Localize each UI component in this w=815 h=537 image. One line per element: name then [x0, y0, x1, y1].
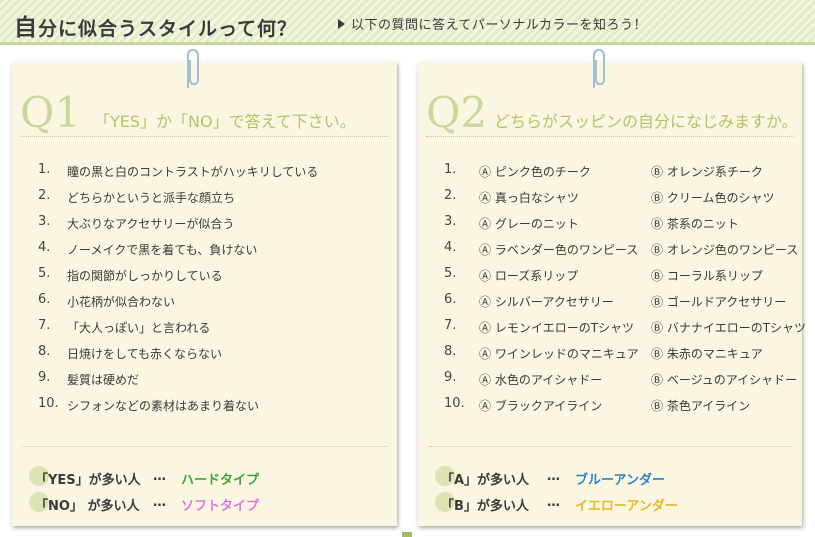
- result-type: ソフトタイプ: [181, 499, 260, 514]
- option-b: Ⓑ 茶系のニット: [651, 217, 739, 231]
- q2-number: Q2: [426, 88, 488, 137]
- option-b: Ⓑ バナナイエローのTシャツ: [651, 321, 807, 335]
- q2-result-b: 「B」が多い人 … イエローアンダー: [435, 492, 678, 514]
- q1-heading: Q1 「YES」か「NO」で答えて下さい。: [20, 92, 389, 137]
- item-number: 2.: [444, 188, 457, 203]
- q1-result-yes: 「YES」が多い人 … ハードタイプ: [29, 466, 259, 488]
- item-text: シフォンなどの素材はあまり着ない: [67, 399, 260, 413]
- option-b: Ⓑ オレンジ色のワンピース: [651, 243, 799, 257]
- q2-question: どちらがスッピンの自分になじみますか。: [494, 112, 798, 131]
- item-number: 4.: [38, 240, 51, 255]
- option-a: Ⓐ ワインレッドのマニキュア: [479, 347, 639, 361]
- option-b: Ⓑ 茶色アイライン: [651, 399, 751, 413]
- q2-result-a: 「A」が多い人 … ブルーアンダー: [435, 466, 665, 488]
- item-number: 8.: [444, 344, 457, 359]
- option-a: Ⓐ 水色のアイシャドー: [479, 373, 603, 387]
- item-number: 5.: [38, 266, 51, 281]
- item-number: 4.: [444, 240, 457, 255]
- item-number: 7.: [38, 318, 51, 333]
- triangle-bullet-icon: [338, 19, 345, 29]
- item-number: 5.: [444, 266, 457, 281]
- item-number: 1.: [38, 162, 51, 177]
- option-b: Ⓑ ベージュのアイシャドー: [651, 373, 798, 387]
- page-title-first-char: 自: [14, 15, 38, 41]
- option-a: Ⓐ ピンク色のチーク: [479, 165, 591, 179]
- option-b: Ⓑ クリーム色のシャツ: [651, 191, 775, 205]
- result-type: イエローアンダー: [575, 499, 678, 514]
- item-text: 「大人っぽい」と言われる: [67, 321, 211, 335]
- item-number: 6.: [38, 292, 51, 307]
- option-a: Ⓐ グレーのニット: [479, 217, 579, 231]
- result-ellipsis: …: [547, 469, 560, 484]
- page-subtitle-text: 以下の質問に答えてパーソナルカラーを知ろう！: [351, 18, 647, 33]
- item-number: 3.: [38, 214, 51, 229]
- question-card-q1: Q1 「YES」か「NO」で答えて下さい。 1. 瞳の黒と白のコントラストがハッキ…: [12, 48, 397, 526]
- option-a: Ⓐ シルバーアクセサリー: [479, 295, 614, 309]
- bottom-marker: [402, 532, 412, 537]
- result-type: ハードタイプ: [181, 473, 260, 488]
- item-number: 1.: [444, 162, 457, 177]
- item-number: 6.: [444, 292, 457, 307]
- result-type: ブルーアンダー: [575, 473, 665, 488]
- question-card-q2: Q2 どちらがスッピンの自分になじみますか。 1. Ⓐ ピンク色のチーク Ⓑ オレン…: [418, 48, 806, 526]
- result-label: 「YES」が多い人: [35, 473, 141, 488]
- option-b: Ⓑ オレンジ系チーク: [651, 165, 763, 179]
- result-label: 「B」が多い人: [441, 499, 529, 514]
- q1-question: 「YES」か「NO」で答えて下さい。: [94, 112, 356, 131]
- divider: [428, 446, 792, 447]
- result-ellipsis: …: [153, 495, 166, 510]
- option-a: Ⓐ 真っ白なシャツ: [479, 191, 579, 205]
- item-number: 8.: [38, 344, 51, 359]
- page-header: 自分に似合うスタイルって何？ 以下の質問に答えてパーソナルカラーを知ろう！: [0, 0, 815, 45]
- result-ellipsis: …: [547, 495, 560, 510]
- option-a: Ⓐ ブラックアイライン: [479, 399, 603, 413]
- item-number: 10.: [444, 396, 465, 411]
- page-title-rest: 分に似合うスタイルって何？: [38, 18, 298, 40]
- option-b: Ⓑ 朱赤のマニキュア: [651, 347, 763, 361]
- q2-heading: Q2 どちらがスッピンの自分になじみますか。: [426, 88, 798, 137]
- q1-result-no: 「NO」 が多い人 … ソフトタイプ: [29, 492, 259, 514]
- divider: [22, 446, 387, 447]
- item-number: 2.: [38, 188, 51, 203]
- result-label: 「NO」 が多い人: [35, 499, 140, 514]
- item-text: どちらかというと派手な顔立ち: [67, 191, 236, 205]
- result-label: 「A」が多い人: [441, 473, 530, 488]
- paperclip-icon: [187, 48, 199, 88]
- item-number: 9.: [38, 370, 51, 385]
- item-text: 髪質は硬めだ: [67, 373, 140, 387]
- item-text: 大ぶりなアクセサリーが似合う: [67, 217, 235, 231]
- result-ellipsis: …: [153, 469, 166, 484]
- item-number: 9.: [444, 370, 457, 385]
- page-subtitle: 以下の質問に答えてパーソナルカラーを知ろう！: [338, 14, 647, 33]
- item-text: 日焼けをしても赤くならない: [67, 347, 223, 361]
- option-b: Ⓑ ゴールドアクセサリー: [651, 295, 787, 309]
- item-text: ノーメイクで黒を着ても、負けない: [67, 243, 258, 257]
- item-number: 10.: [38, 396, 59, 411]
- q1-number: Q1: [20, 88, 82, 137]
- paperclip-icon: [593, 48, 605, 88]
- option-a: Ⓐ ローズ系リップ: [479, 269, 579, 283]
- item-text: 小花柄が似合わない: [67, 295, 176, 309]
- item-text: 瞳の黒と白のコントラストがハッキリしている: [67, 165, 319, 179]
- item-number: 3.: [444, 214, 457, 229]
- item-number: 7.: [444, 318, 457, 333]
- option-a: Ⓐ ラベンダー色のワンピース: [479, 243, 639, 257]
- page-title: 自分に似合うスタイルって何？: [14, 8, 297, 42]
- option-b: Ⓑ コーラル系リップ: [651, 269, 763, 283]
- option-a: Ⓐ レモンイエローのTシャツ: [479, 321, 635, 335]
- item-text: 指の関節がしっかりしている: [67, 269, 223, 283]
